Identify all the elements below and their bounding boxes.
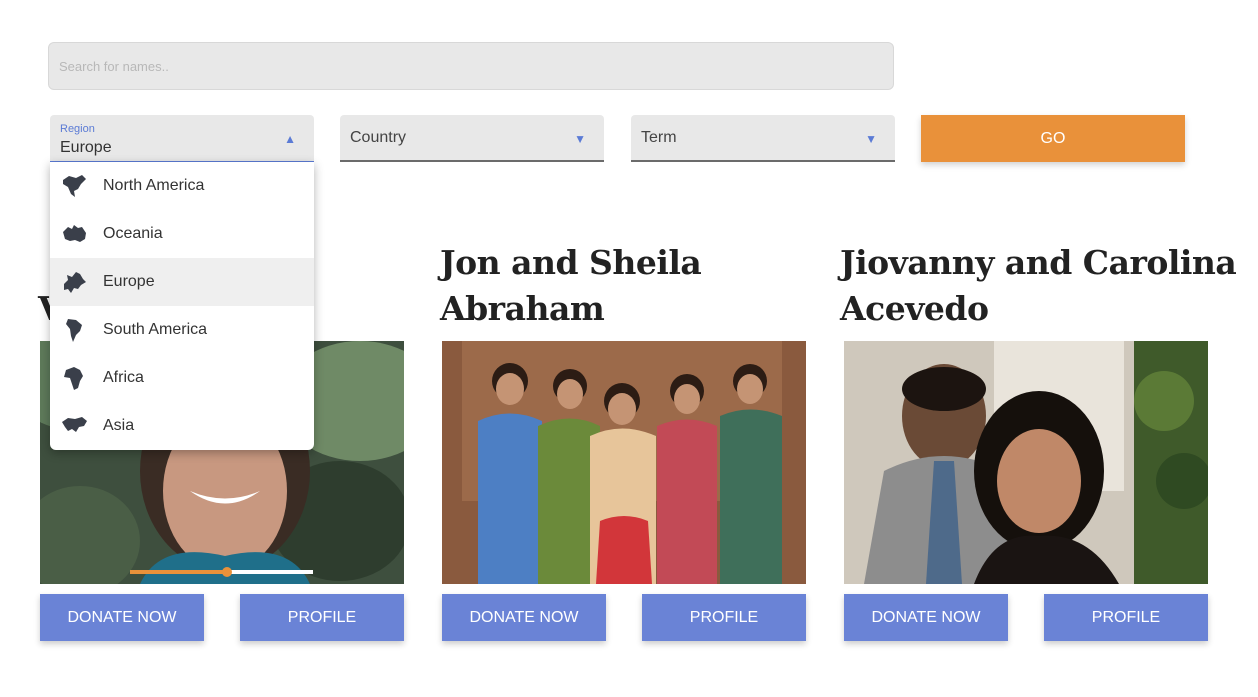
region-option-oceania[interactable]: Oceania [50,210,314,258]
region-select[interactable]: Region Europe ▲ [50,115,314,162]
oceania-map-icon [63,225,86,242]
country-select[interactable]: Country ▼ [340,115,604,162]
region-option-south-america[interactable]: South America [50,306,314,354]
region-option-north-america[interactable]: North America [50,162,314,210]
north-america-map-icon [63,175,86,197]
region-select-label: Region [60,123,95,135]
card-title-line: Abraham [440,289,605,328]
card-title-line: Jon and Sheila [440,243,702,282]
search-input[interactable] [48,42,894,90]
region-option-africa[interactable]: Africa [50,354,314,402]
chevron-down-icon: ▼ [865,132,877,146]
region-option-label: Asia [103,417,135,434]
region-option-label: South America [103,321,208,338]
donate-now-button[interactable]: DONATE NOW [442,594,606,641]
video-progress-fill [130,570,227,574]
card-title: Jiovanny and Carolina Acevedo [840,240,1237,332]
region-option-label: North America [103,177,205,194]
country-select-placeholder: Country [350,129,407,146]
africa-map-icon [64,367,83,390]
video-progress-handle[interactable] [221,567,232,577]
video-progress-bar[interactable] [130,567,313,577]
family-photo [844,341,1208,584]
profile-button[interactable]: PROFILE [642,594,806,641]
region-option-europe[interactable]: Europe [50,258,314,306]
donate-now-button[interactable]: DONATE NOW [40,594,204,641]
donate-now-button[interactable]: DONATE NOW [844,594,1008,641]
chevron-down-icon: ▼ [574,132,586,146]
profile-button[interactable]: PROFILE [240,594,404,641]
card-title-line: Jiovanny and Carolina [840,243,1237,282]
family-photo-image [442,341,806,584]
go-button[interactable]: GO [921,115,1185,162]
region-option-label: Africa [103,369,144,386]
profile-button[interactable]: PROFILE [1044,594,1208,641]
asia-map-icon [62,417,87,432]
family-photo [442,341,806,584]
region-option-label: Oceania [103,225,163,242]
card-title: Jon and Sheila Abraham [440,240,702,332]
family-photo-image [844,341,1208,584]
term-select[interactable]: Term ▼ [631,115,895,162]
region-option-label: Europe [103,273,155,290]
region-option-asia[interactable]: Asia [50,402,314,450]
europe-map-icon [64,272,86,293]
chevron-up-icon: ▲ [284,132,296,146]
south-america-map-icon [66,319,82,342]
region-dropdown-menu: North America Oceania Europe South Ameri… [50,162,314,450]
region-select-value: Europe [60,139,112,156]
term-select-placeholder: Term [641,129,677,146]
card-title-line: Acevedo [840,289,989,328]
